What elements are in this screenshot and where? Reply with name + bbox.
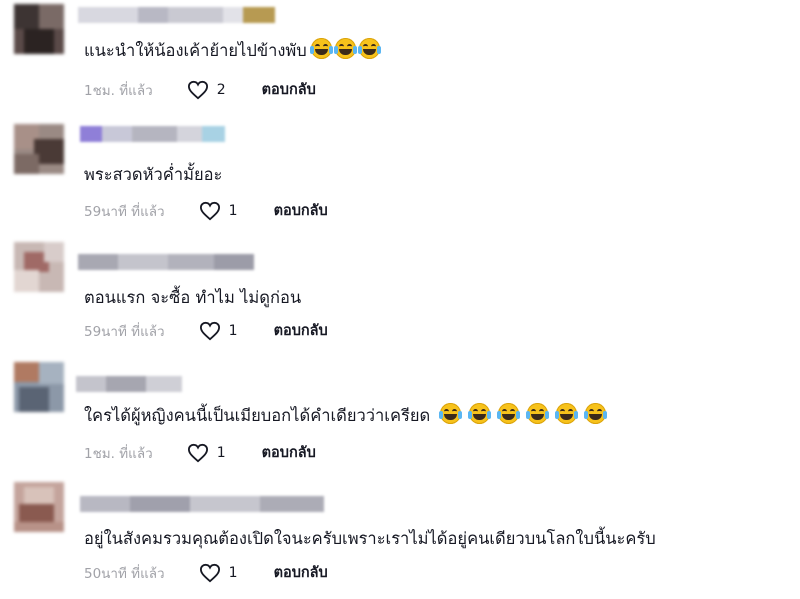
like-button[interactable]: 1	[187, 443, 226, 463]
heart-outline-icon	[199, 563, 220, 582]
laughing-emoji-icon	[584, 403, 608, 424]
laughing-emoji-icon	[497, 403, 521, 424]
reply-button[interactable]: ตอบกลับ	[274, 199, 328, 222]
comment-item: ใครได้ผู้หญิงคนนี้เป็นเมียบอกได้คำเดียวว…	[0, 360, 800, 478]
laughing-emoji-icon	[357, 38, 381, 59]
like-button[interactable]: 1	[199, 563, 238, 583]
comment-time: 1ชม. ที่แล้ว	[84, 82, 153, 99]
comment-text-content: ใครได้ผู้หญิงคนนี้เป็นเมียบอกได้คำเดียวว…	[84, 406, 431, 425]
comment-text: อยู่ในสังคมรวมคุณต้องเปิดใจนะครับเพราะเร…	[84, 526, 656, 552]
avatar[interactable]	[14, 124, 64, 174]
username-redacted[interactable]	[76, 376, 182, 392]
comment-meta: 59นาที ที่แล้ว 1 ตอบกลับ	[84, 199, 328, 222]
heart-outline-icon	[187, 443, 208, 462]
laughing-emoji-icon	[439, 403, 463, 424]
heart-outline-icon	[187, 80, 208, 99]
laughing-emoji-icon	[526, 403, 550, 424]
like-count: 1	[228, 322, 238, 339]
like-button[interactable]: 1	[199, 321, 238, 341]
comment-time: 59นาที ที่แล้ว	[84, 323, 165, 340]
comment-text: ใครได้ผู้หญิงคนนี้เป็นเมียบอกได้คำเดียวว…	[84, 403, 608, 429]
like-count: 1	[228, 564, 238, 581]
laughing-emoji-icon	[555, 403, 579, 424]
comment-text-content: พระสวดหัวค่ำมั้ยอะ	[84, 165, 223, 184]
username-redacted[interactable]	[80, 496, 324, 512]
laughing-emoji-icon	[468, 403, 492, 424]
emoji-group	[439, 403, 608, 424]
like-count: 1	[228, 202, 238, 219]
laughing-emoji-icon	[309, 38, 333, 59]
reply-button[interactable]: ตอบกลับ	[274, 561, 328, 584]
reply-button[interactable]: ตอบกลับ	[262, 441, 316, 464]
reply-button[interactable]: ตอบกลับ	[262, 78, 316, 101]
comment-text-content: ตอนแรก จะซื้อ ทำไม ไม่ดูก่อน	[84, 288, 302, 307]
comment-meta: 50นาที ที่แล้ว 1 ตอบกลับ	[84, 561, 328, 584]
comment-text: ตอนแรก จะซื้อ ทำไม ไม่ดูก่อน	[84, 285, 301, 311]
comment-text: พระสวดหัวค่ำมั้ยอะ	[84, 162, 222, 188]
heart-outline-icon	[199, 201, 220, 220]
comment-text: แนะนำให้น้องเค้าย้ายไปข้างพับ	[84, 38, 381, 64]
username-redacted[interactable]	[80, 126, 225, 142]
comment-item: ตอนแรก จะซื้อ ทำไม ไม่ดูก่อน 59นาที ที่แ…	[0, 240, 800, 358]
comment-time: 59นาที ที่แล้ว	[84, 203, 165, 220]
avatar[interactable]	[14, 4, 64, 54]
laughing-emoji-icon	[333, 38, 357, 59]
comment-item: พระสวดหัวค่ำมั้ยอะ 59นาที ที่แล้ว 1 ตอบก…	[0, 120, 800, 238]
avatar[interactable]	[14, 242, 64, 292]
like-button[interactable]: 1	[199, 201, 238, 221]
comment-time: 50นาที ที่แล้ว	[84, 565, 165, 582]
heart-outline-icon	[199, 321, 220, 340]
comment-meta: 59นาที ที่แล้ว 1 ตอบกลับ	[84, 319, 328, 342]
avatar[interactable]	[14, 362, 64, 412]
like-count: 2	[216, 81, 226, 98]
comment-item: อยู่ในสังคมรวมคุณต้องเปิดใจนะครับเพราะเร…	[0, 480, 800, 598]
avatar[interactable]	[14, 482, 64, 532]
comment-text-content: แนะนำให้น้องเค้าย้ายไปข้างพับ	[84, 41, 307, 60]
comment-meta: 1ชม. ที่แล้ว 2 ตอบกลับ	[84, 78, 316, 101]
like-count: 1	[216, 444, 226, 461]
emoji-group	[309, 38, 381, 59]
comment-text-content: อยู่ในสังคมรวมคุณต้องเปิดใจนะครับเพราะเร…	[84, 529, 656, 548]
username-redacted[interactable]	[78, 254, 254, 270]
reply-button[interactable]: ตอบกลับ	[274, 319, 328, 342]
comment-item: แนะนำให้น้องเค้าย้ายไปข้างพับ 1ชม. ที่แล…	[0, 0, 800, 118]
like-button[interactable]: 2	[187, 80, 226, 100]
comment-meta: 1ชม. ที่แล้ว 1 ตอบกลับ	[84, 441, 316, 464]
username-redacted[interactable]	[78, 7, 275, 23]
comment-time: 1ชม. ที่แล้ว	[84, 445, 153, 462]
